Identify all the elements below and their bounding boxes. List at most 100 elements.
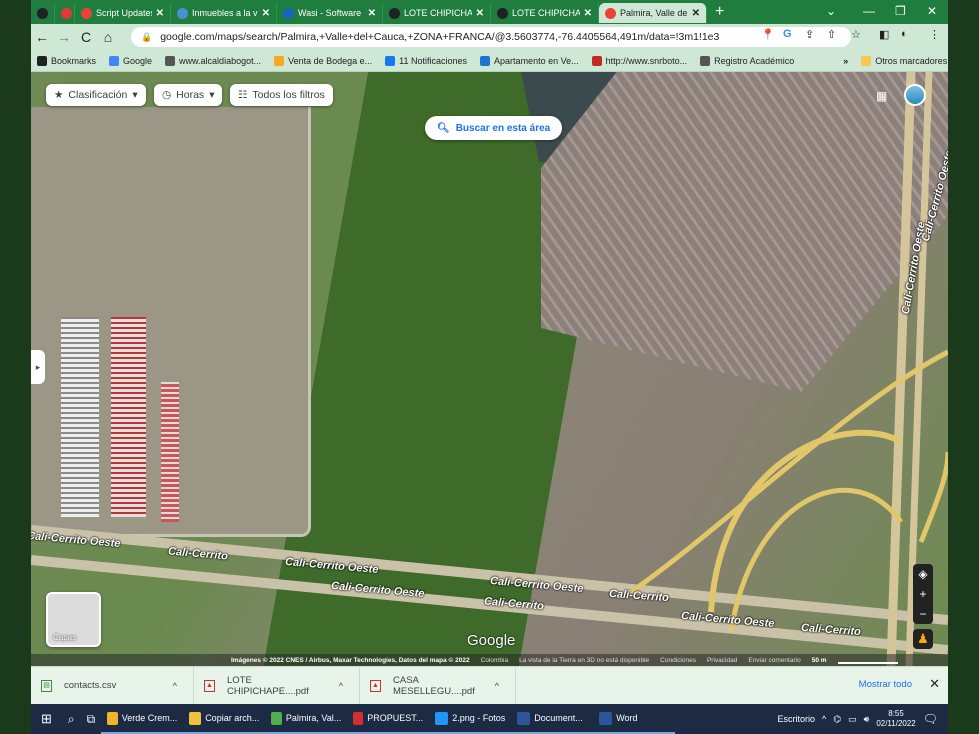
chevron-up-icon[interactable]: ^ [173, 681, 177, 691]
taskbar-app[interactable]: Word [593, 704, 676, 734]
bookmark-item[interactable]: Apartamento en Ve... [480, 55, 579, 66]
my-location-icon[interactable]: ◈ [918, 564, 927, 584]
zoom-out-button[interactable]: − [919, 604, 926, 624]
chevron-up-icon[interactable]: ^ [495, 681, 499, 691]
taskbar-app[interactable]: Palmira, Val... [265, 704, 348, 734]
tab-search-icon[interactable]: ⌄ [826, 4, 836, 18]
forward-icon[interactable]: → [53, 29, 75, 45]
volume-icon[interactable]: 🔊︎ [864, 714, 870, 725]
sort-chip[interactable]: ★ Clasificación ▾ [46, 84, 146, 106]
desktop-toolbar-label[interactable]: Escritorio [778, 714, 816, 724]
download-item[interactable]: ▤ contacts.csv ^ [31, 666, 194, 705]
close-tab-icon[interactable]: ✕ [262, 8, 270, 19]
taskbar-app[interactable]: Document... [511, 704, 594, 734]
url-bar[interactable]: 🔒 google.com/maps/search/Palmira,+Valle+… [131, 27, 851, 47]
tab-title: Script Updates A [96, 8, 152, 18]
close-tab-icon[interactable]: ✕ [476, 8, 484, 19]
profile-avatar-icon[interactable]: ◐ [901, 28, 908, 40]
pdf-file-icon: ▲ [370, 679, 381, 692]
bookmark-item[interactable]: http://www.snrboto... [591, 55, 687, 66]
menu-kebab-icon[interactable]: ⋮ [929, 28, 940, 41]
bookmark-star-icon[interactable]: ☆ [851, 28, 861, 41]
browser-tab[interactable]: Wasi - Software ✕ [277, 3, 383, 23]
caret-down-icon: ▾ [132, 89, 138, 101]
chevron-up-icon[interactable]: ^ [339, 681, 343, 691]
minimize-icon[interactable]: — [863, 4, 875, 18]
layers-button[interactable]: Capas [46, 592, 101, 647]
download-item[interactable]: ▲ CASA MESELLEGU....pdf ^ [360, 666, 516, 705]
install-icon[interactable]: ⇪ [805, 28, 814, 41]
satellite-map[interactable]: Cali-Cerrito Oeste Cali-Cerrito Cali-Cer… [31, 72, 948, 666]
reload-icon[interactable]: C [75, 29, 97, 45]
apps-grid-icon[interactable]: ▦ [876, 89, 887, 103]
bookmark-item[interactable]: 11 Notificaciones [385, 55, 467, 66]
browser-tab[interactable]: LOTE CHIPICHAP ✕ [491, 3, 599, 23]
bookmark-label: Otros marcadores [875, 55, 948, 66]
browser-tab[interactable]: LOTE CHIPICHAP ✕ [383, 3, 491, 23]
bookmark-item[interactable]: Google [109, 55, 152, 66]
tab-title: LOTE CHIPICHAP [404, 8, 472, 18]
terms-link[interactable]: Condiciones [660, 657, 696, 664]
country-link[interactable]: Colombia [481, 657, 508, 664]
taskbar-app-label: 2.png - Fotos [452, 713, 506, 723]
hours-chip-label: Horas [176, 89, 205, 101]
google-translate-icon[interactable]: G [783, 28, 792, 40]
close-tab-icon[interactable]: ✕ [368, 8, 376, 19]
close-window-icon[interactable]: ✕ [927, 4, 937, 18]
zoom-in-button[interactable]: + [919, 584, 926, 604]
bookmark-item[interactable]: Registro Académico [700, 55, 794, 66]
tab-strip: Script Updates A✕Inmuebles a la v✕Wasi -… [31, 0, 948, 24]
download-item[interactable]: ▲ LOTE CHIPICHAPE....pdf ^ [194, 666, 360, 705]
scale-label[interactable]: 50 m [812, 657, 827, 664]
close-tab-icon[interactable]: ✕ [156, 8, 164, 19]
bookmark-label: www.alcaldiabogot... [179, 55, 262, 66]
expand-side-panel-button[interactable]: ▸ [31, 350, 45, 384]
other-bookmarks-folder[interactable]: Otros marcadores [861, 55, 948, 66]
tab-title: Wasi - Software [298, 8, 362, 18]
facebook-icon [385, 55, 396, 66]
pegman-icon[interactable]: ♟ [913, 629, 933, 649]
sidepanel-icon[interactable]: ◧ [879, 28, 889, 41]
location-pin-icon[interactable]: 📍 [761, 28, 775, 41]
lock-icon[interactable]: 🔒 [141, 32, 152, 43]
bookmark-item[interactable]: www.alcaldiabogot... [165, 55, 262, 66]
network-icon[interactable]: ⌬ [833, 714, 841, 725]
clock[interactable]: 8:55 02/11/2022 [876, 709, 915, 729]
bookmark-item[interactable]: Bookmarks [37, 55, 96, 66]
share-icon[interactable]: ⇧ [827, 28, 836, 41]
csv-file-icon: ▤ [41, 679, 52, 692]
privacy-link[interactable]: Privacidad [707, 657, 737, 664]
taskbar-app[interactable]: Verde Crem... [101, 704, 184, 734]
taskbar-app[interactable]: 2.png - Fotos [429, 704, 512, 734]
back-icon[interactable]: ← [31, 29, 53, 45]
browser-tab[interactable]: Palmira, Valle del ✕ [599, 3, 707, 23]
browser-tab[interactable] [55, 3, 75, 23]
restore-icon[interactable]: ❐ [895, 4, 906, 18]
home-icon[interactable]: ⌂ [97, 29, 119, 45]
taskbar-app[interactable]: Copiar arch... [183, 704, 266, 734]
star-icon: ★ [54, 89, 64, 101]
all-filters-chip[interactable]: ☷ Todos los filtros [230, 84, 333, 106]
close-icon[interactable]: ✕ [929, 676, 940, 692]
imagery-credit: Imágenes © 2022 CNES / Airbus, Maxar Tec… [231, 656, 470, 664]
taskbar-app[interactable]: PROPUEST... [347, 704, 430, 734]
new-tab-button[interactable]: + [707, 3, 732, 21]
browser-tab[interactable]: Inmuebles a la v ✕ [171, 3, 277, 23]
account-avatar[interactable] [904, 84, 926, 106]
feedback-link[interactable]: Enviar comentario [748, 657, 800, 664]
task-view-icon[interactable]: ⧉ [81, 704, 102, 734]
show-all-downloads-link[interactable]: Mostrar todo [859, 679, 912, 690]
battery-icon[interactable]: ▭ [848, 714, 857, 725]
start-button[interactable]: ⊞ [31, 704, 62, 734]
close-tab-icon[interactable]: ✕ [584, 8, 592, 19]
search-this-area-button[interactable]: 🔍︎ Buscar en esta área [425, 116, 563, 140]
search-icon[interactable]: ⌕ [62, 704, 81, 734]
notifications-icon[interactable]: 🗨︎ [923, 712, 938, 726]
bookmark-item[interactable]: Venta de Bodega e... [274, 55, 372, 66]
browser-tab[interactable]: Script Updates A ✕ [75, 3, 171, 23]
close-tab-icon[interactable]: ✕ [692, 8, 700, 19]
hours-chip[interactable]: ◷ Horas ▾ [154, 84, 223, 106]
more-bookmarks-button[interactable]: » [843, 56, 848, 66]
browser-tab[interactable] [31, 3, 55, 23]
chevron-up-icon[interactable]: ^ [822, 714, 826, 724]
